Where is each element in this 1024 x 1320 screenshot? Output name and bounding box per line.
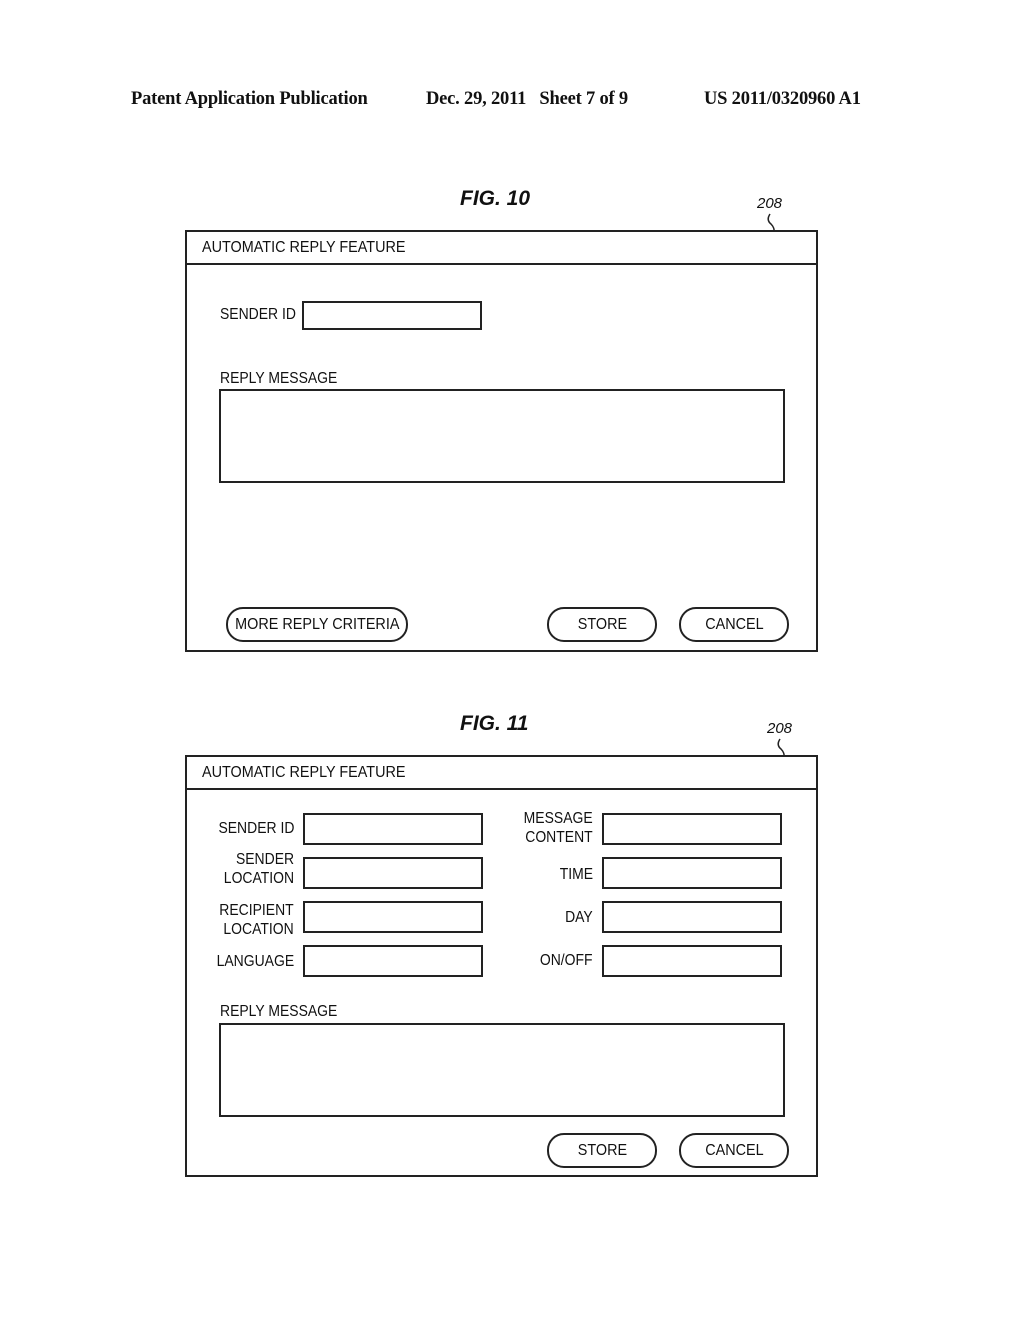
recipient-location-label: RECIPIENT LOCATION (220, 901, 294, 939)
language-label: LANGUAGE (216, 952, 294, 971)
figure-11-title: FIG. 11 (460, 712, 529, 735)
window-titlebar: AUTOMATIC REPLY FEATURE (187, 757, 816, 790)
window-title: AUTOMATIC REPLY FEATURE (202, 239, 406, 256)
recipient-location-input[interactable] (303, 901, 483, 933)
label-line: SENDER ID (218, 820, 294, 837)
sender-id-input[interactable] (303, 813, 483, 845)
reply-message-label: REPLY MESSAGE (220, 370, 338, 387)
sender-id-label: SENDER ID (218, 819, 294, 838)
message-content-input[interactable] (602, 813, 782, 845)
automatic-reply-window-fig11: AUTOMATIC REPLY FEATURE SENDER ID SENDER… (185, 755, 818, 1177)
reply-message-label: REPLY MESSAGE (220, 1003, 338, 1020)
cancel-label: CANCEL (704, 1141, 764, 1159)
publication-label: Patent Application Publication (131, 89, 368, 109)
on-off-input[interactable] (602, 945, 782, 977)
sender-location-label: SENDER LOCATION (224, 850, 294, 888)
date-sheet-label: Dec. 29, 2011 Sheet 7 of 9 (426, 89, 628, 109)
label-line: SENDER (235, 851, 294, 868)
figure-10-ref-number: 208 (757, 195, 783, 212)
store-button[interactable]: STORE (547, 607, 657, 642)
on-off-label: ON/OFF (540, 951, 593, 970)
more-reply-criteria-button[interactable]: MORE REPLY CRITERIA (226, 607, 408, 642)
automatic-reply-window-fig10: AUTOMATIC REPLY FEATURE SENDER ID REPLY … (185, 230, 818, 652)
day-input[interactable] (602, 901, 782, 933)
sender-id-input[interactable] (302, 301, 482, 330)
label-line: LOCATION (223, 921, 294, 938)
label-line: CONTENT (525, 829, 593, 846)
sender-id-label: SENDER ID (220, 306, 296, 323)
label-line: ON/OFF (540, 952, 593, 969)
window-title: AUTOMATIC REPLY FEATURE (202, 764, 406, 781)
time-label: TIME (560, 865, 593, 884)
patent-number: US 2011/0320960 A1 (704, 89, 861, 109)
store-label: STORE (577, 615, 627, 633)
label-line: MESSAGE (523, 810, 593, 827)
label-line: LANGUAGE (216, 953, 294, 970)
more-reply-criteria-label: MORE REPLY CRITERIA (234, 615, 400, 633)
sender-location-input[interactable] (303, 857, 483, 889)
store-button[interactable]: STORE (547, 1133, 657, 1168)
day-label: DAY (565, 908, 593, 927)
store-label: STORE (577, 1141, 627, 1159)
language-input[interactable] (303, 945, 483, 977)
cancel-button[interactable]: CANCEL (679, 607, 789, 642)
label-line: TIME (559, 866, 593, 883)
window-titlebar: AUTOMATIC REPLY FEATURE (187, 232, 816, 265)
figure-11-ref-number: 208 (767, 720, 793, 737)
cancel-button[interactable]: CANCEL (679, 1133, 789, 1168)
reply-message-textarea[interactable] (219, 389, 785, 483)
label-line: DAY (565, 909, 593, 926)
reply-message-textarea[interactable] (219, 1023, 785, 1117)
figure-10-title: FIG. 10 (460, 187, 531, 210)
message-content-label: MESSAGE CONTENT (524, 809, 593, 847)
label-line: LOCATION (223, 870, 294, 887)
label-line: RECIPIENT (219, 902, 294, 919)
time-input[interactable] (602, 857, 782, 889)
cancel-label: CANCEL (704, 615, 764, 633)
